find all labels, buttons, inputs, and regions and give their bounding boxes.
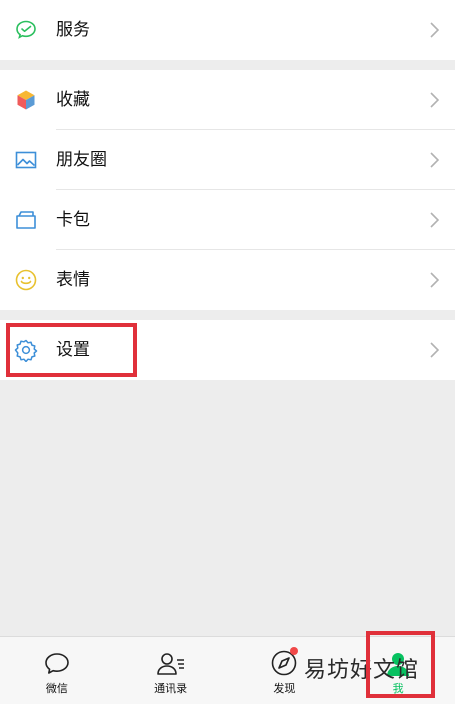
tab-label-chats: 微信 bbox=[45, 682, 68, 695]
menu-label-stickers: 表情 bbox=[56, 270, 90, 290]
contacts-icon bbox=[156, 653, 184, 675]
settings-highlight-box bbox=[6, 323, 137, 377]
picture-icon bbox=[15, 151, 37, 169]
menu-label-moments: 朋友圈 bbox=[56, 150, 107, 170]
wallet-icon bbox=[16, 211, 36, 229]
chevron-right-icon bbox=[430, 342, 439, 358]
tab-label-contacts: 通讯录 bbox=[154, 682, 188, 695]
menu-item-moments[interactable]: 朋友圈 bbox=[0, 130, 455, 190]
cube-icon bbox=[17, 90, 35, 110]
smiley-icon bbox=[15, 269, 37, 291]
menu-label-cards: 卡包 bbox=[56, 210, 90, 230]
chevron-right-icon bbox=[430, 92, 439, 108]
discover-badge-dot bbox=[289, 647, 298, 655]
menu-label-favorites: 收藏 bbox=[56, 90, 90, 110]
menu-item-stickers[interactable]: 表情 bbox=[0, 250, 455, 310]
features-group: 收藏 朋友圈 卡包 表情 bbox=[0, 70, 455, 310]
chevron-right-icon bbox=[430, 272, 439, 288]
services-group: 服务 bbox=[0, 0, 455, 60]
menu-label-services: 服务 bbox=[56, 20, 90, 40]
me-tab-highlight-box bbox=[366, 631, 435, 698]
menu-item-favorites[interactable]: 收藏 bbox=[0, 70, 455, 130]
chevron-right-icon bbox=[430, 152, 439, 168]
tab-chats[interactable]: 微信 bbox=[0, 637, 114, 704]
menu-item-services[interactable]: 服务 bbox=[0, 0, 455, 60]
chevron-right-icon bbox=[430, 212, 439, 228]
chevron-right-icon bbox=[430, 22, 439, 38]
wechat-pay-icon bbox=[16, 20, 36, 39]
tab-contacts[interactable]: 通讯录 bbox=[114, 637, 228, 704]
chat-bubble-icon bbox=[45, 653, 69, 674]
menu-item-cards[interactable]: 卡包 bbox=[0, 190, 455, 250]
